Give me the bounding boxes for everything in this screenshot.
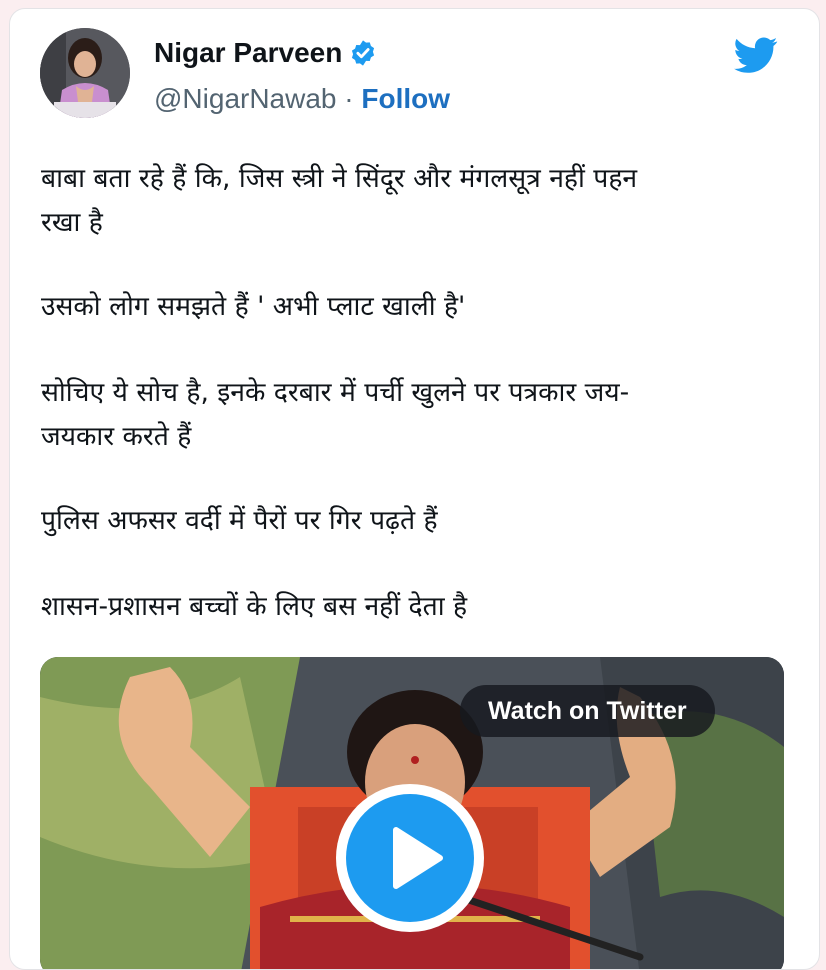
play-button-circle <box>346 794 474 922</box>
author-handle-row: @NigarNawab · Follow <box>154 83 450 115</box>
video-media[interactable]: Watch on Twitter <box>40 657 784 969</box>
author-name[interactable]: Nigar Parveen <box>154 37 377 69</box>
tweet-text-line: जयकार करते हैं <box>41 421 192 452</box>
play-button[interactable] <box>336 784 484 932</box>
watch-on-twitter-button[interactable]: Watch on Twitter <box>460 685 715 737</box>
tweet-text-line: शासन-प्रशासन बच्चों के लिए बस नहीं देता … <box>41 591 468 622</box>
follow-button[interactable]: Follow <box>361 83 450 114</box>
tweet-text-line: बाबा बता रहे हैं कि, जिस स्त्री ने सिंदू… <box>41 163 638 194</box>
author-handle[interactable]: @NigarNawab <box>154 83 337 114</box>
verified-badge-icon <box>352 40 375 66</box>
twitter-bird-icon[interactable] <box>731 33 781 77</box>
tweet-card: Nigar Parveen @NigarNawab · Follow बाबा … <box>9 8 820 970</box>
avatar[interactable] <box>40 28 130 118</box>
tweet-text-line: उसको लोग समझते हैं ' अभी प्लाट खाली है' <box>41 291 466 322</box>
tweet-text-line: रखा है <box>41 207 103 238</box>
author-name-text[interactable]: Nigar Parveen <box>154 37 342 69</box>
tweet-text-line: सोचिए ये सोच है, इनके दरबार में पर्ची खु… <box>41 377 630 408</box>
play-icon <box>393 827 443 889</box>
handle-separator: · <box>344 83 354 114</box>
avatar-photo <box>40 28 130 118</box>
tweet-text-line: पुलिस अफसर वर्दी में पैरों पर गिर पढ़ते … <box>41 505 438 536</box>
